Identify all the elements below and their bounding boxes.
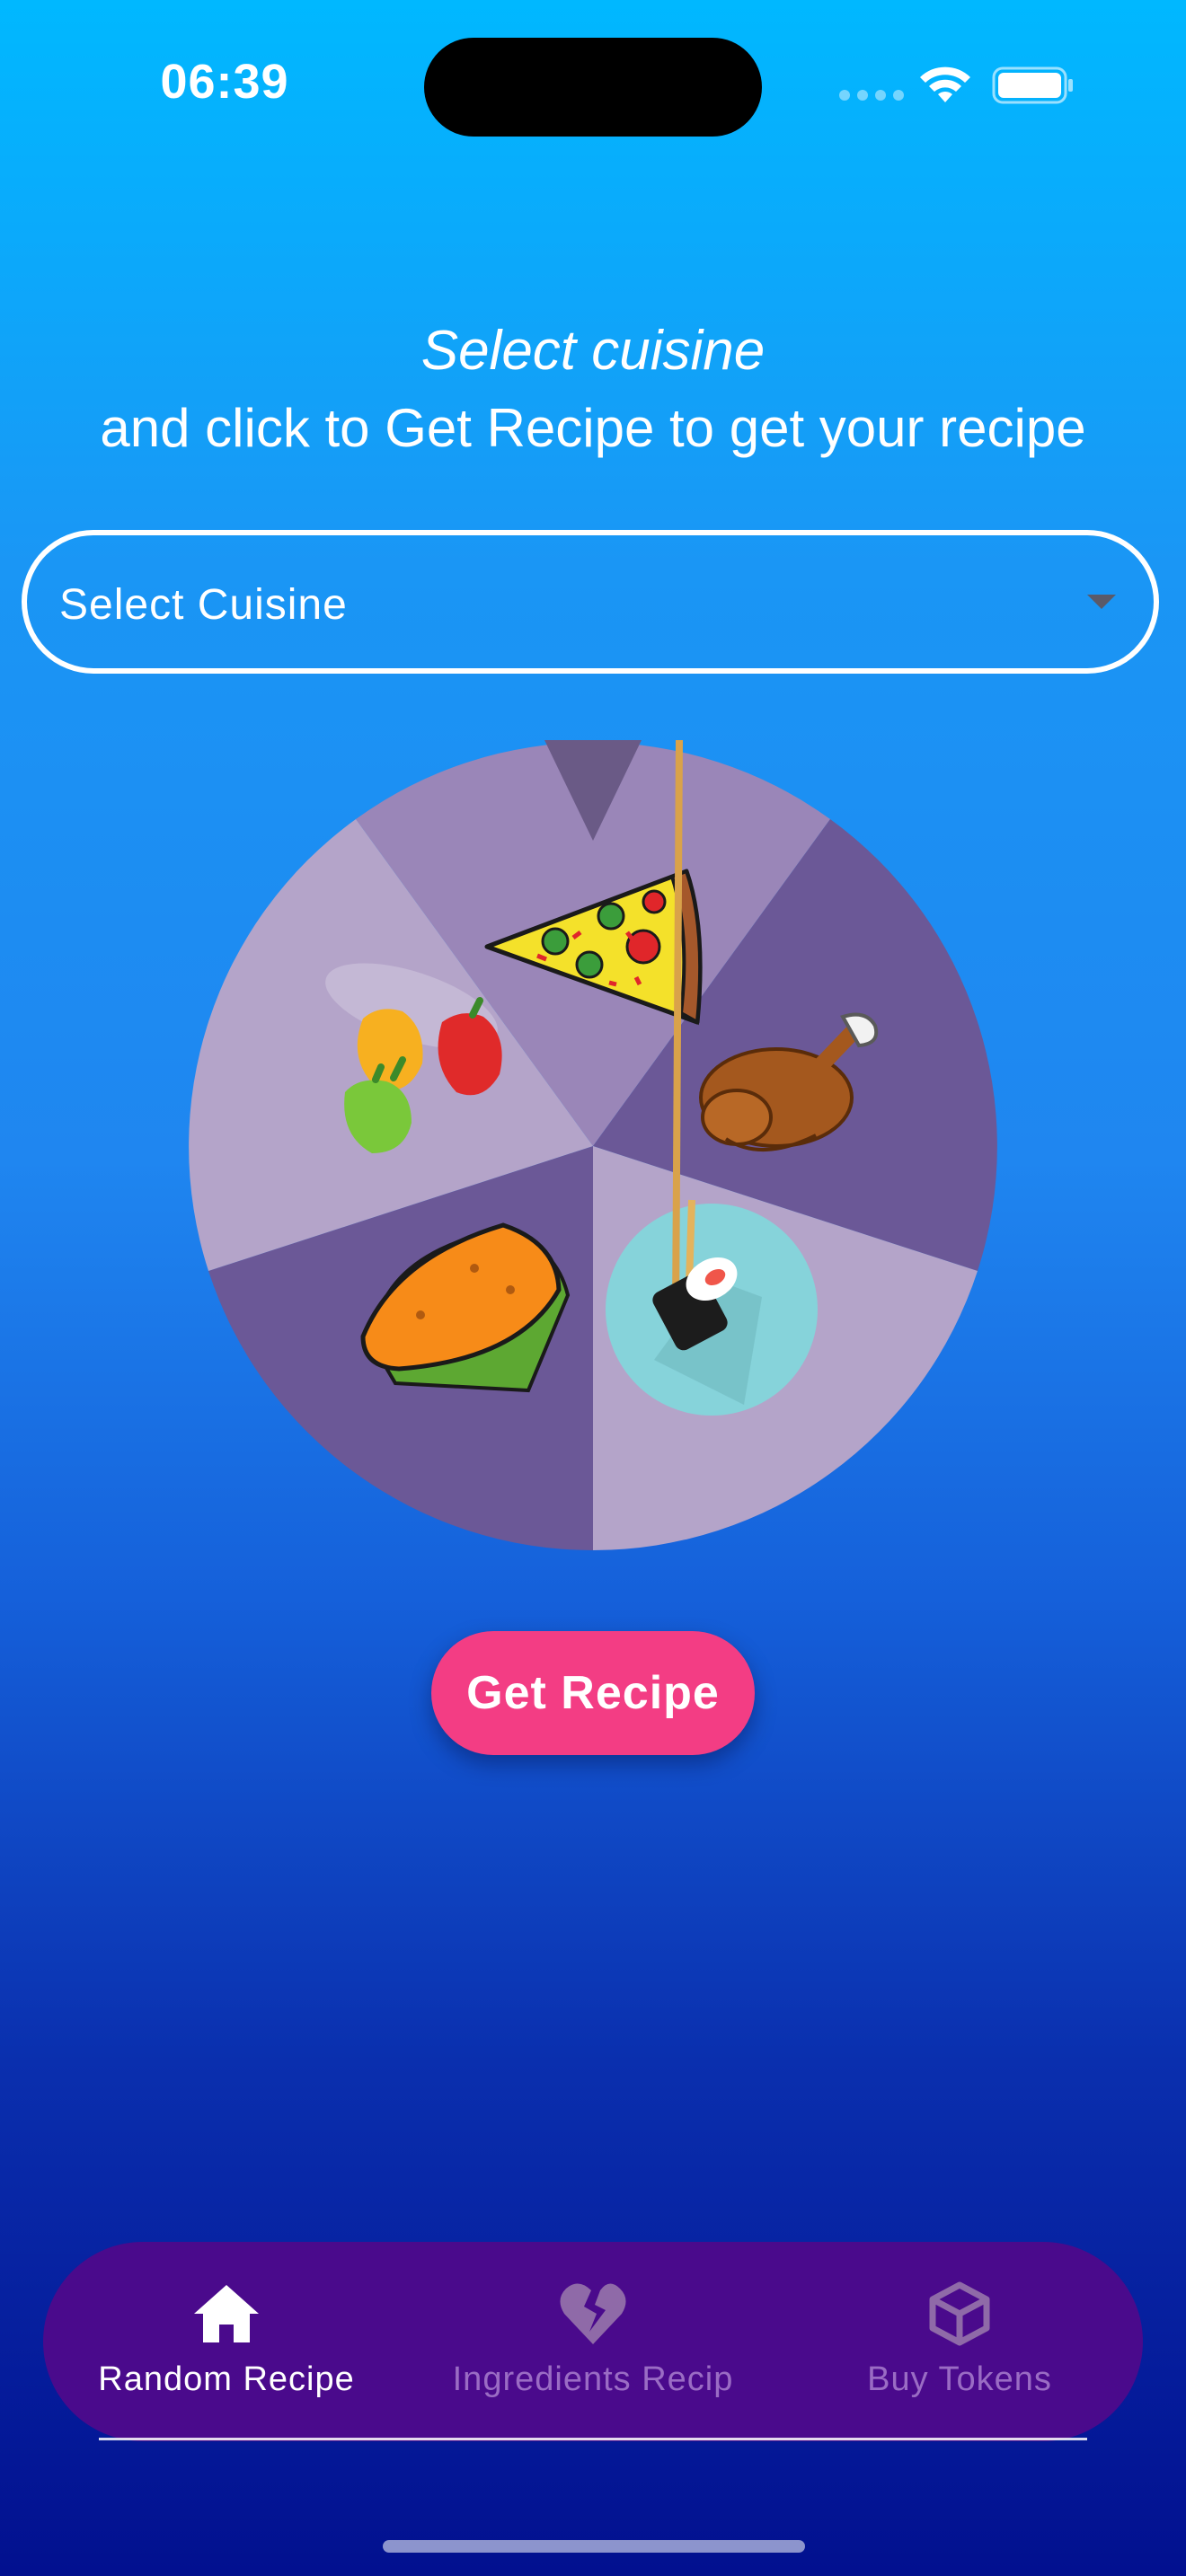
- get-recipe-button[interactable]: Get Recipe: [431, 1631, 755, 1755]
- cuisine-wheel[interactable]: [187, 740, 999, 1552]
- instruction-subtitle: and click to Get Recipe to get your reci…: [100, 398, 1086, 458]
- instruction-title: Select cuisine: [420, 320, 766, 382]
- status-time: 06:39: [160, 55, 289, 109]
- cuisine-dropdown-label: Select Cuisine: [59, 581, 348, 629]
- cube-icon: [929, 2281, 990, 2346]
- nav-item-buy-tokens[interactable]: Buy Tokens: [776, 2242, 1143, 2441]
- caret-down-icon: [1087, 595, 1116, 609]
- nav-divider: [99, 2438, 1087, 2440]
- bottom-navigation: Random Recipe Ingredients Recip Buy Toke…: [43, 2242, 1143, 2441]
- nav-label-buy-tokens: Buy Tokens: [867, 2360, 1052, 2398]
- nav-label-ingredients-recipe: Ingredients Recip: [452, 2360, 734, 2398]
- wifi-icon: [920, 66, 970, 102]
- home-indicator[interactable]: [383, 2540, 805, 2553]
- nav-label-random-recipe: Random Recipe: [98, 2360, 355, 2398]
- battery-icon: [992, 66, 1073, 104]
- nav-item-random-recipe[interactable]: Random Recipe: [43, 2242, 410, 2441]
- nav-item-ingredients-recipe[interactable]: Ingredients Recip: [410, 2242, 776, 2441]
- cellular-signal-icon: [839, 90, 904, 101]
- broken-heart-icon: [560, 2283, 626, 2344]
- home-icon: [194, 2285, 259, 2342]
- cuisine-dropdown[interactable]: Select Cuisine: [22, 530, 1159, 674]
- dynamic-island: [424, 38, 762, 137]
